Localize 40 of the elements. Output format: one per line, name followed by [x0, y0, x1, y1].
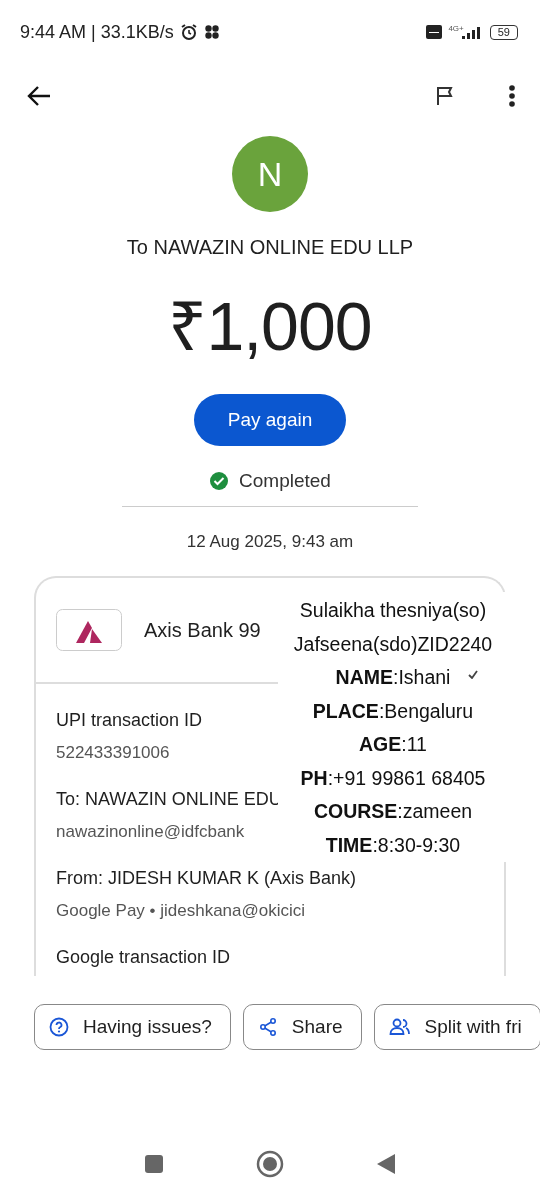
status-text: Completed [239, 470, 331, 492]
note-line: PLACE:Bengaluru [312, 698, 474, 724]
pay-again-button[interactable]: Pay again [193, 394, 347, 446]
check-icon [468, 670, 478, 679]
alarm-icon [179, 23, 198, 41]
detail-label: Google transaction ID [56, 947, 231, 968]
date-time: 12 Aug 2025, 9:43 am [186, 532, 354, 552]
recents-icon[interactable] [144, 1154, 164, 1174]
battery-indicator: 59 [489, 24, 518, 40]
action-chip[interactable]: Share [242, 1004, 362, 1050]
people-icon [388, 1017, 411, 1037]
detail-value: Google Pay • jideshkana@okicici [56, 901, 306, 921]
home-icon[interactable] [256, 1150, 284, 1178]
detail-value: nawazinonline@idfcbank [56, 822, 245, 842]
bank-account: Axis Bank 99 [144, 618, 261, 642]
note-line: Jafseena(sdo)ZID2240 [293, 631, 493, 657]
note-line: PH:+91 99861 68405 [300, 765, 486, 791]
detail-label: From: JIDESH KUMAR K (Axis Bank) [56, 868, 357, 889]
payee-title: To NAWAZIN ONLINE EDU LLP [126, 236, 414, 259]
amount: ₹1,000 [168, 287, 372, 366]
note-line: TIME:8:30-9:30 [325, 832, 461, 858]
back-icon[interactable] [376, 1153, 396, 1175]
action-chip[interactable]: Split with fri [373, 1004, 540, 1050]
clover-icon [203, 24, 220, 40]
note-line: Sulaikha thesniya(so) [299, 598, 487, 623]
detail-label: UPI transaction ID [56, 710, 203, 731]
note-line: NAME:Ishani [335, 665, 451, 690]
note-line: AGE:11 [359, 732, 427, 757]
share-icon [257, 1017, 278, 1037]
status-time: 9:44 AM | 33.1KB/s [20, 21, 174, 43]
arrow-icon [26, 84, 52, 108]
note-line: COURSE:zameen [313, 799, 473, 824]
avatar: N [232, 136, 308, 212]
check-circle-icon [209, 471, 230, 491]
action-chip[interactable]: Having issues? [34, 1004, 231, 1050]
help-icon [49, 1017, 69, 1037]
detail-value: 522433391006 [56, 743, 170, 763]
bank-logo-icon [56, 609, 122, 651]
network-type: 4G+ [448, 24, 464, 33]
more-icon [508, 84, 516, 108]
